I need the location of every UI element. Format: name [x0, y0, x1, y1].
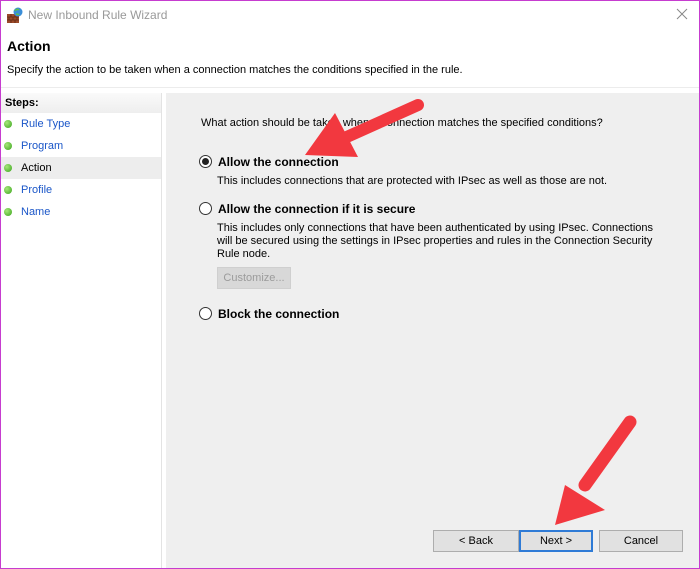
page-description: Specify the action to be taken when a co… — [7, 64, 463, 76]
steps-heading: Steps: — [1, 93, 161, 113]
main-panel: What action should be taken when a conne… — [166, 93, 699, 568]
sidebar-item-label: Program — [21, 140, 64, 152]
page-title: Action — [7, 38, 51, 54]
radio-checked-icon[interactable] — [199, 155, 212, 168]
radio-label: Block the connection — [218, 307, 340, 321]
block-connection-radio[interactable]: Block the connection — [199, 307, 339, 321]
wizard-window: New Inbound Rule Wizard Action Specify t… — [0, 0, 700, 569]
sidebar-item-program[interactable]: Program — [1, 135, 161, 157]
step-status-icon — [4, 164, 12, 172]
radio-label: Allow the connection — [218, 155, 339, 169]
sidebar-item-label: Rule Type — [21, 118, 71, 130]
allow-connection-description: This includes connections that are prote… — [217, 175, 608, 187]
window-title: New Inbound Rule Wizard — [28, 8, 168, 22]
next-button[interactable]: Next > — [519, 530, 593, 552]
steps-sidebar: Steps: Rule Type Program Action Profile … — [1, 93, 162, 568]
close-icon[interactable] — [674, 6, 690, 22]
step-status-icon — [4, 120, 12, 128]
sidebar-item-action[interactable]: Action — [1, 157, 161, 179]
title-bar: New Inbound Rule Wizard — [1, 1, 699, 29]
step-status-icon — [4, 186, 12, 194]
cancel-button[interactable]: Cancel — [599, 530, 683, 552]
step-status-icon — [4, 208, 12, 216]
sidebar-item-label: Profile — [21, 184, 53, 196]
radio-unchecked-icon[interactable] — [199, 307, 212, 320]
sidebar-item-rule-type[interactable]: Rule Type — [1, 113, 161, 135]
customize-button[interactable]: Customize... — [217, 267, 291, 289]
sidebar-item-name[interactable]: Name — [1, 201, 161, 223]
sidebar-item-label: Name — [21, 206, 51, 218]
allow-secure-radio[interactable]: Allow the connection if it is secure — [199, 202, 415, 216]
back-button[interactable]: < Back — [433, 530, 519, 552]
header-divider — [1, 87, 699, 88]
radio-label: Allow the connection if it is secure — [218, 202, 416, 216]
action-question: What action should be taken when a conne… — [201, 117, 603, 129]
allow-connection-radio[interactable]: Allow the connection — [199, 155, 339, 169]
sidebar-item-label: Action — [21, 162, 52, 174]
radio-unchecked-icon[interactable] — [199, 202, 212, 215]
sidebar-item-profile[interactable]: Profile — [1, 179, 161, 201]
allow-secure-description: This includes only connections that have… — [217, 222, 653, 260]
firewall-icon — [7, 7, 23, 23]
step-status-icon — [4, 142, 12, 150]
